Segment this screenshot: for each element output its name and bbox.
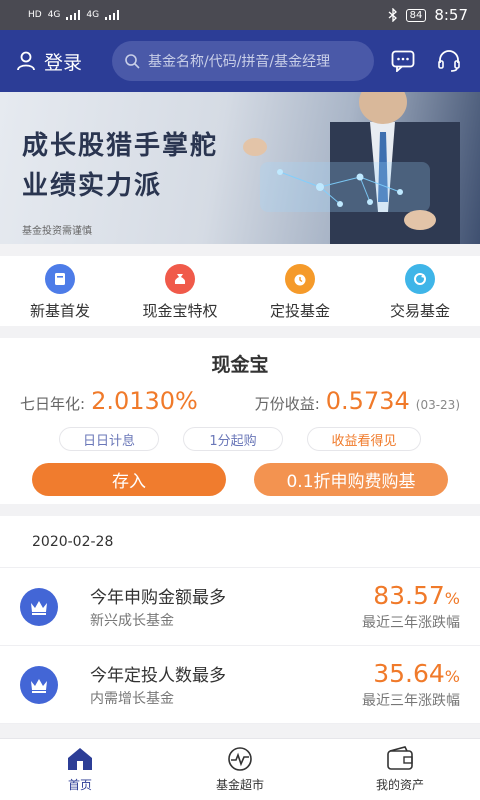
message-icon: [391, 50, 415, 72]
fund-name: 内需增长基金: [90, 691, 174, 707]
tab-my-assets-label: 我的资产: [375, 778, 424, 792]
quick-item-label: 新基首发: [29, 302, 90, 320]
search-icon: [125, 54, 140, 69]
income-value: 0.5734: [325, 387, 410, 415]
money-bag-icon: [165, 264, 195, 294]
banner-title: 成长股猎手掌舵 业绩实力派: [22, 126, 218, 206]
new-fund-icon: [45, 264, 75, 294]
headset-icon: [438, 50, 460, 72]
crown-icon: [20, 587, 58, 626]
quick-item-label: 定投基金: [269, 302, 330, 320]
return-unit: %: [444, 667, 460, 686]
ranking-title: 今年定投人数最多: [90, 666, 226, 686]
login-button[interactable]: 登录: [16, 48, 100, 75]
income-per-10k: 万份收益: 0.5734 (03-23): [255, 387, 460, 415]
tag-min-purchase: 1分起购: [183, 427, 283, 451]
seven-day-value: 2.0130%: [91, 387, 198, 415]
signal-indicators: HD 4G 4G: [28, 10, 120, 20]
quick-item-label: 交易基金: [389, 302, 450, 320]
message-button[interactable]: [386, 44, 420, 78]
search-placeholder: 基金名称/代码/拼音/基金经理: [148, 54, 331, 70]
feature-tags: 日日计息 1分起购 收益看得见: [0, 427, 480, 451]
exchange-icon: [405, 264, 435, 294]
return-number: 83.57: [373, 581, 445, 610]
crown-icon: [20, 665, 58, 704]
alarm-clock-icon: [285, 264, 315, 294]
ranking-item[interactable]: 今年申购金额最多 新兴成长基金 83.57% 最近三年涨跌幅: [0, 568, 480, 646]
quick-menu: 新基首发 现金宝特权 定投基金 交易基金: [0, 256, 480, 326]
bottom-tab-bar: 首页 基金超市 我的资产: [0, 738, 480, 800]
quick-item-fixed-invest[interactable]: 定投基金: [240, 256, 360, 326]
status-bar: HD 4G 4G 84 8:57: [0, 0, 480, 30]
bluetooth-icon: [388, 8, 397, 22]
customer-service-button[interactable]: [432, 44, 466, 78]
income-date: (03-23): [415, 398, 460, 412]
return-value: 83.57%: [362, 581, 460, 610]
home-icon: [68, 748, 92, 770]
banner-title-line1: 成长股猎手掌舵: [22, 131, 219, 161]
discount-purchase-button[interactable]: 0.1折申购费购基: [254, 463, 448, 496]
tab-home[interactable]: 首页: [0, 739, 160, 800]
seven-day-yield: 七日年化: 2.0130%: [20, 387, 198, 415]
network-type-2: 4G: [86, 10, 100, 20]
promo-banner[interactable]: 成长股猎手掌舵 业绩实力派 基金投资需谨慎: [0, 92, 480, 244]
quick-item-new-fund[interactable]: 新基首发: [0, 256, 120, 326]
return-period-note: 最近三年涨跌幅: [362, 693, 460, 709]
rates-row: 七日年化: 2.0130% 万份收益: 0.5734 (03-23): [0, 387, 480, 415]
banner-title-line2: 业绩实力派: [22, 171, 163, 201]
clock: 8:57: [434, 6, 468, 24]
quick-item-label: 现金宝特权: [142, 302, 218, 320]
cash-treasure-card: 现金宝 七日年化: 2.0130% 万份收益: 0.5734 (03-23) 日…: [0, 338, 480, 504]
tab-fund-market[interactable]: 基金超市: [160, 739, 320, 800]
cash-title: 现金宝: [211, 354, 269, 376]
search-input[interactable]: 基金名称/代码/拼音/基金经理: [112, 41, 374, 81]
ranking-title: 今年申购金额最多: [90, 588, 226, 608]
tag-daily-interest: 日日计息: [59, 427, 159, 451]
return-unit: %: [444, 589, 460, 608]
seven-day-label: 七日年化:: [20, 395, 86, 413]
return-value: 35.64%: [362, 659, 460, 688]
tag-visible-income: 收益看得见: [307, 427, 421, 451]
income-label: 万份收益:: [254, 395, 320, 413]
login-label: 登录: [44, 51, 83, 74]
battery-indicator: 84: [405, 8, 427, 22]
hd-badge: HD: [28, 10, 42, 20]
businessman-illustration: [243, 92, 460, 244]
market-chart-icon: [228, 747, 252, 771]
tab-fund-market-label: 基金超市: [215, 778, 264, 792]
quick-item-trade-fund[interactable]: 交易基金: [360, 256, 480, 326]
ranking-item[interactable]: 今年定投人数最多 内需增长基金 35.64% 最近三年涨跌幅: [0, 646, 480, 724]
deposit-button[interactable]: 存入: [32, 463, 226, 496]
quick-item-cash-privilege[interactable]: 现金宝特权: [120, 256, 240, 326]
network-type: 4G: [47, 10, 61, 20]
app-header: 登录 基金名称/代码/拼音/基金经理: [0, 30, 480, 92]
ranking-date: 2020-02-28: [0, 516, 480, 568]
user-icon: [17, 51, 35, 71]
return-period-note: 最近三年涨跌幅: [362, 615, 460, 631]
signal-icon-2: [105, 10, 120, 20]
signal-icon: [66, 10, 81, 20]
wallet-icon: [387, 746, 413, 770]
banner-risk-note: 基金投资需谨慎: [22, 226, 92, 237]
cash-actions: 存入 0.1折申购费购基: [0, 463, 480, 496]
tab-home-label: 首页: [67, 778, 92, 792]
fund-name: 新兴成长基金: [90, 613, 174, 629]
tab-my-assets[interactable]: 我的资产: [320, 739, 480, 800]
return-number: 35.64: [373, 659, 445, 688]
